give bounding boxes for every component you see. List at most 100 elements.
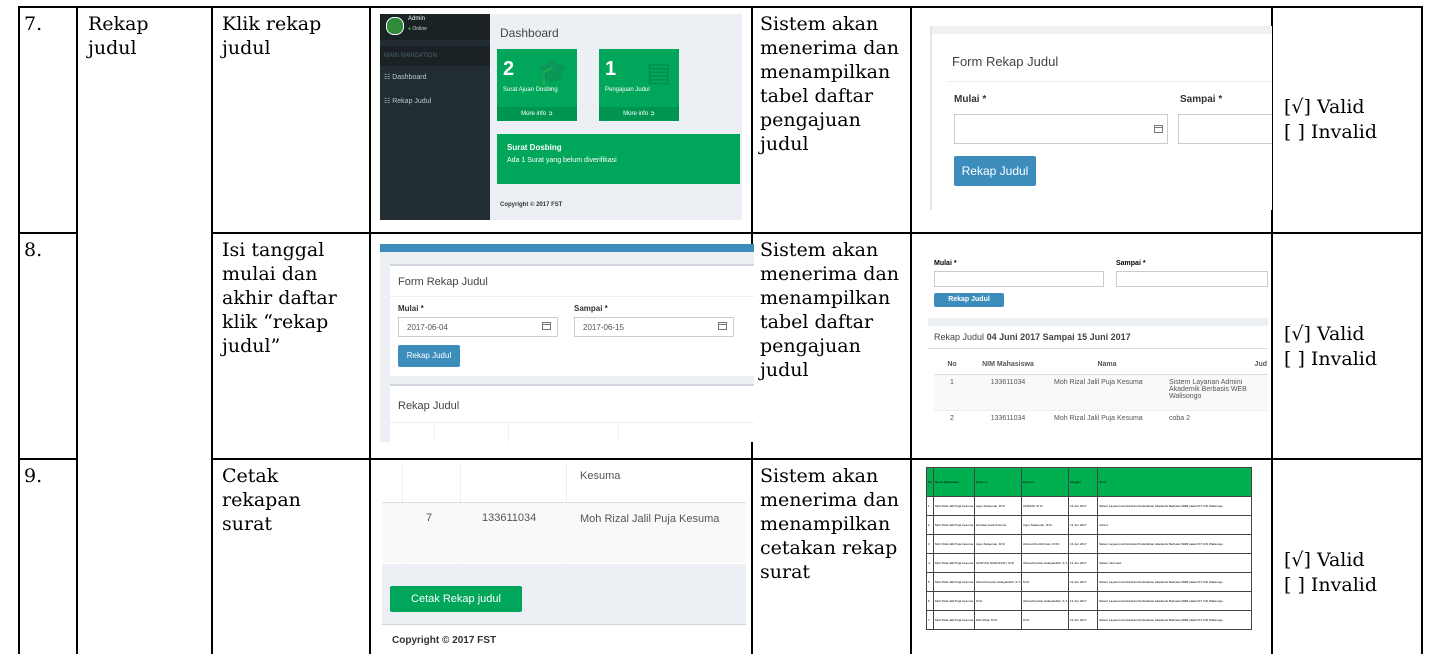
rekap-heading: Rekap Judul 04 Juni 2017 Sampai 15 Juni …: [934, 332, 1131, 342]
mulai-date-input[interactable]: [934, 271, 1104, 287]
user-name: Admin: [408, 16, 426, 22]
mulai-label: Mulai *: [398, 304, 424, 313]
row-8-action: Isi tanggal mulai dan akhir daftar klik …: [222, 239, 337, 357]
screenshot-print-page: Kesuma 7 133611034 Moh Rizal Jalil Puja …: [382, 464, 746, 654]
sampai-date-input[interactable]: [1178, 114, 1272, 144]
online-dot-icon: ●: [408, 26, 412, 32]
table-border-row9: [18, 458, 1423, 460]
table-header-row: No Nama Mahasiswa Dosen 1 Dosen 2 Tangga…: [926, 467, 1252, 497]
table-col-line: [910, 6, 912, 654]
column-header-judul: Jud: [1254, 361, 1267, 369]
rekap-judul-button[interactable]: Rekap Judul: [934, 293, 1004, 307]
row-8-invalid: [ ] Invalid: [1284, 348, 1378, 370]
sidebar-item-rekap-judul[interactable]: ☷ Rekap Judul: [380, 90, 490, 114]
row-number: 7: [426, 512, 433, 524]
row-8-valid: [√] Valid: [1284, 323, 1365, 345]
more-info-link[interactable]: More info ➲: [599, 107, 679, 121]
sidebar-item-dashboard[interactable]: ☷ Dashboard: [380, 66, 490, 90]
page-title: Dashboard: [500, 26, 559, 40]
cetak-rekap-judul-button[interactable]: Cetak Rekap judul: [390, 586, 522, 612]
printed-recap-table: No Nama Mahasiswa Dosen 1 Dosen 2 Tangga…: [926, 467, 1252, 630]
user-panel: Admin ● Online: [380, 14, 490, 40]
column-header-no: No: [947, 361, 957, 369]
rekap-judul-button[interactable]: Rekap Judul: [954, 156, 1036, 186]
column-header-nim: NIM Mahasiswa: [982, 361, 1034, 369]
menu-header: MAIN NAVIGATION: [380, 46, 490, 66]
mulai-label: Mulai *: [934, 260, 957, 267]
sidebar: Admin ● Online MAIN NAVIGATION ☷ Dashboa…: [380, 14, 490, 220]
column-header-nama: Nama: [1097, 361, 1117, 369]
table-feature-merge-cover: [78, 458, 211, 460]
table-row: 1 133611034 Moh Rizal Jalil Puja Kesuma …: [934, 374, 1268, 410]
screenshot-printed-recap: No Nama Mahasiswa Dosen 1 Dosen 2 Tangga…: [926, 467, 1256, 653]
book-icon: ▤: [646, 57, 671, 87]
table-row: 4 Moh Rizal Jalil Puja Kesuma ALWIYAH NURH…: [926, 553, 1252, 573]
grid-icon: ☷: [384, 74, 391, 81]
footer-copyright: Copyright © 2017 FST: [500, 202, 563, 208]
table-row: 2 Moh Rizal Jalil Puja Kesuma Hamdan Hadi …: [926, 515, 1252, 535]
tile-pengajuan-judul[interactable]: 1 Pengajuan Judul ▤ More info ➲: [599, 49, 679, 121]
row-7-invalid: [ ] Invalid: [1284, 121, 1378, 143]
row-8-expected: Sistem akan menerima dan menampilkan tab…: [760, 239, 900, 381]
arrow-circle-icon: ➲: [649, 111, 655, 117]
table-row: 3 Moh Rizal Jalil Puja Kesuma Agus Sulaema…: [926, 534, 1252, 554]
table-row: 2 133611034 Moh Rizal Jalil Puja Kesuma …: [934, 410, 1268, 440]
row-7-expected: Sistem akan menerima dan menampilkan tab…: [760, 13, 900, 155]
user-status: ● Online: [408, 26, 427, 32]
row-9-invalid: [ ] Invalid: [1284, 574, 1378, 596]
row-9-action: Cetak rekapan surat: [222, 465, 301, 535]
row-9-valid: [√] Valid: [1284, 549, 1365, 571]
sampai-date-input[interactable]: [1116, 271, 1268, 287]
mulai-date-input[interactable]: 2017-06-04: [398, 317, 558, 337]
table-border-left: [18, 6, 20, 654]
form-title: Form Rekap Judul: [398, 276, 488, 288]
row-7-feature: Rekap judul: [88, 13, 149, 59]
table-feature-merge-cover: [78, 232, 211, 234]
graduation-cap-icon: 🎓: [536, 57, 569, 87]
alert-text: Ada 1 Surat yang belum diverifikasi: [507, 157, 617, 164]
arrow-circle-icon: ➲: [547, 111, 553, 117]
table-border-row8: [18, 232, 1423, 234]
screenshot-form-filled: Form Rekap Judul Mulai * Sampai * 2017-0…: [380, 244, 754, 442]
row-name: Moh Rizal Jalil Puja Kesuma: [580, 513, 720, 525]
table-row: 1 Moh Rizal Jalil Puja Kesuma Agus Sulaema…: [926, 496, 1252, 516]
mulai-date-input[interactable]: [954, 114, 1168, 144]
tile-surat-ajuan-dosbing[interactable]: 2 Surat Ajuan Dosbing 🎓 More info ➲: [497, 49, 577, 121]
rekap-judul-button[interactable]: Rekap Judul: [398, 345, 460, 367]
mulai-label: Mulai *: [954, 94, 987, 105]
calendar-icon[interactable]: [542, 322, 551, 330]
section-title: Rekap Judul: [398, 400, 460, 412]
footer-copyright: Copyright © 2017 FST: [392, 635, 497, 646]
row-9-number: 9.: [24, 465, 43, 487]
form-title: Form Rekap Judul: [952, 54, 1059, 69]
table-row: 7 Moh Rizal Jalil Puja Kesuma Moh Rizal, M…: [926, 610, 1252, 630]
sampai-label: Sampai *: [1180, 94, 1223, 105]
row-8-number: 8.: [24, 239, 43, 261]
rekap-table: No NIM Mahasiswa Nama Jud 1 133611034 Mo…: [934, 356, 1268, 440]
row-7-valid: [√] Valid: [1284, 96, 1365, 118]
grid-icon: ☷: [384, 98, 391, 105]
row-9-expected: Sistem akan menerima dan menampilkan cet…: [760, 465, 900, 583]
table-row: 5 Moh Rizal Jalil Puja Kesuma Ahmad Fauzan…: [926, 572, 1252, 592]
more-info-link[interactable]: More info ➲: [497, 107, 577, 121]
table-col-line: [211, 6, 213, 654]
table-col-line: [76, 6, 78, 654]
row-nim: 133611034: [482, 512, 537, 524]
screenshot-rekap-result: Mulai * Sampai * Rekap Judul Rekap Judul…: [928, 244, 1268, 442]
row-7-number: 7.: [24, 13, 43, 35]
table-col-line: [369, 6, 371, 654]
screenshot-dashboard: Admin ● Online MAIN NAVIGATION ☷ Dashboa…: [380, 14, 742, 220]
sampai-label: Sampai *: [574, 304, 608, 313]
calendar-icon[interactable]: [1154, 125, 1163, 133]
row-7-action: Klik rekap judul: [222, 13, 322, 59]
table-border-top: [18, 6, 1423, 8]
screenshot-form-empty: Form Rekap Judul Mulai * Sampai * Rekap …: [930, 26, 1272, 210]
alert-surat-dosbing[interactable]: Surat Dosbing Ada 1 Surat yang belum div…: [497, 134, 740, 184]
alert-title: Surat Dosbing: [507, 143, 562, 152]
sampai-label: Sampai *: [1116, 260, 1146, 267]
table-border-right: [1421, 6, 1423, 654]
table-row: 6 Moh Rizal Jalil Puja Kesuma M.Si Ahmad Fa…: [926, 591, 1252, 611]
calendar-icon[interactable]: [718, 322, 727, 330]
previous-row-name: Kesuma: [580, 470, 621, 482]
sampai-date-input[interactable]: 2017-06-15: [574, 317, 734, 337]
